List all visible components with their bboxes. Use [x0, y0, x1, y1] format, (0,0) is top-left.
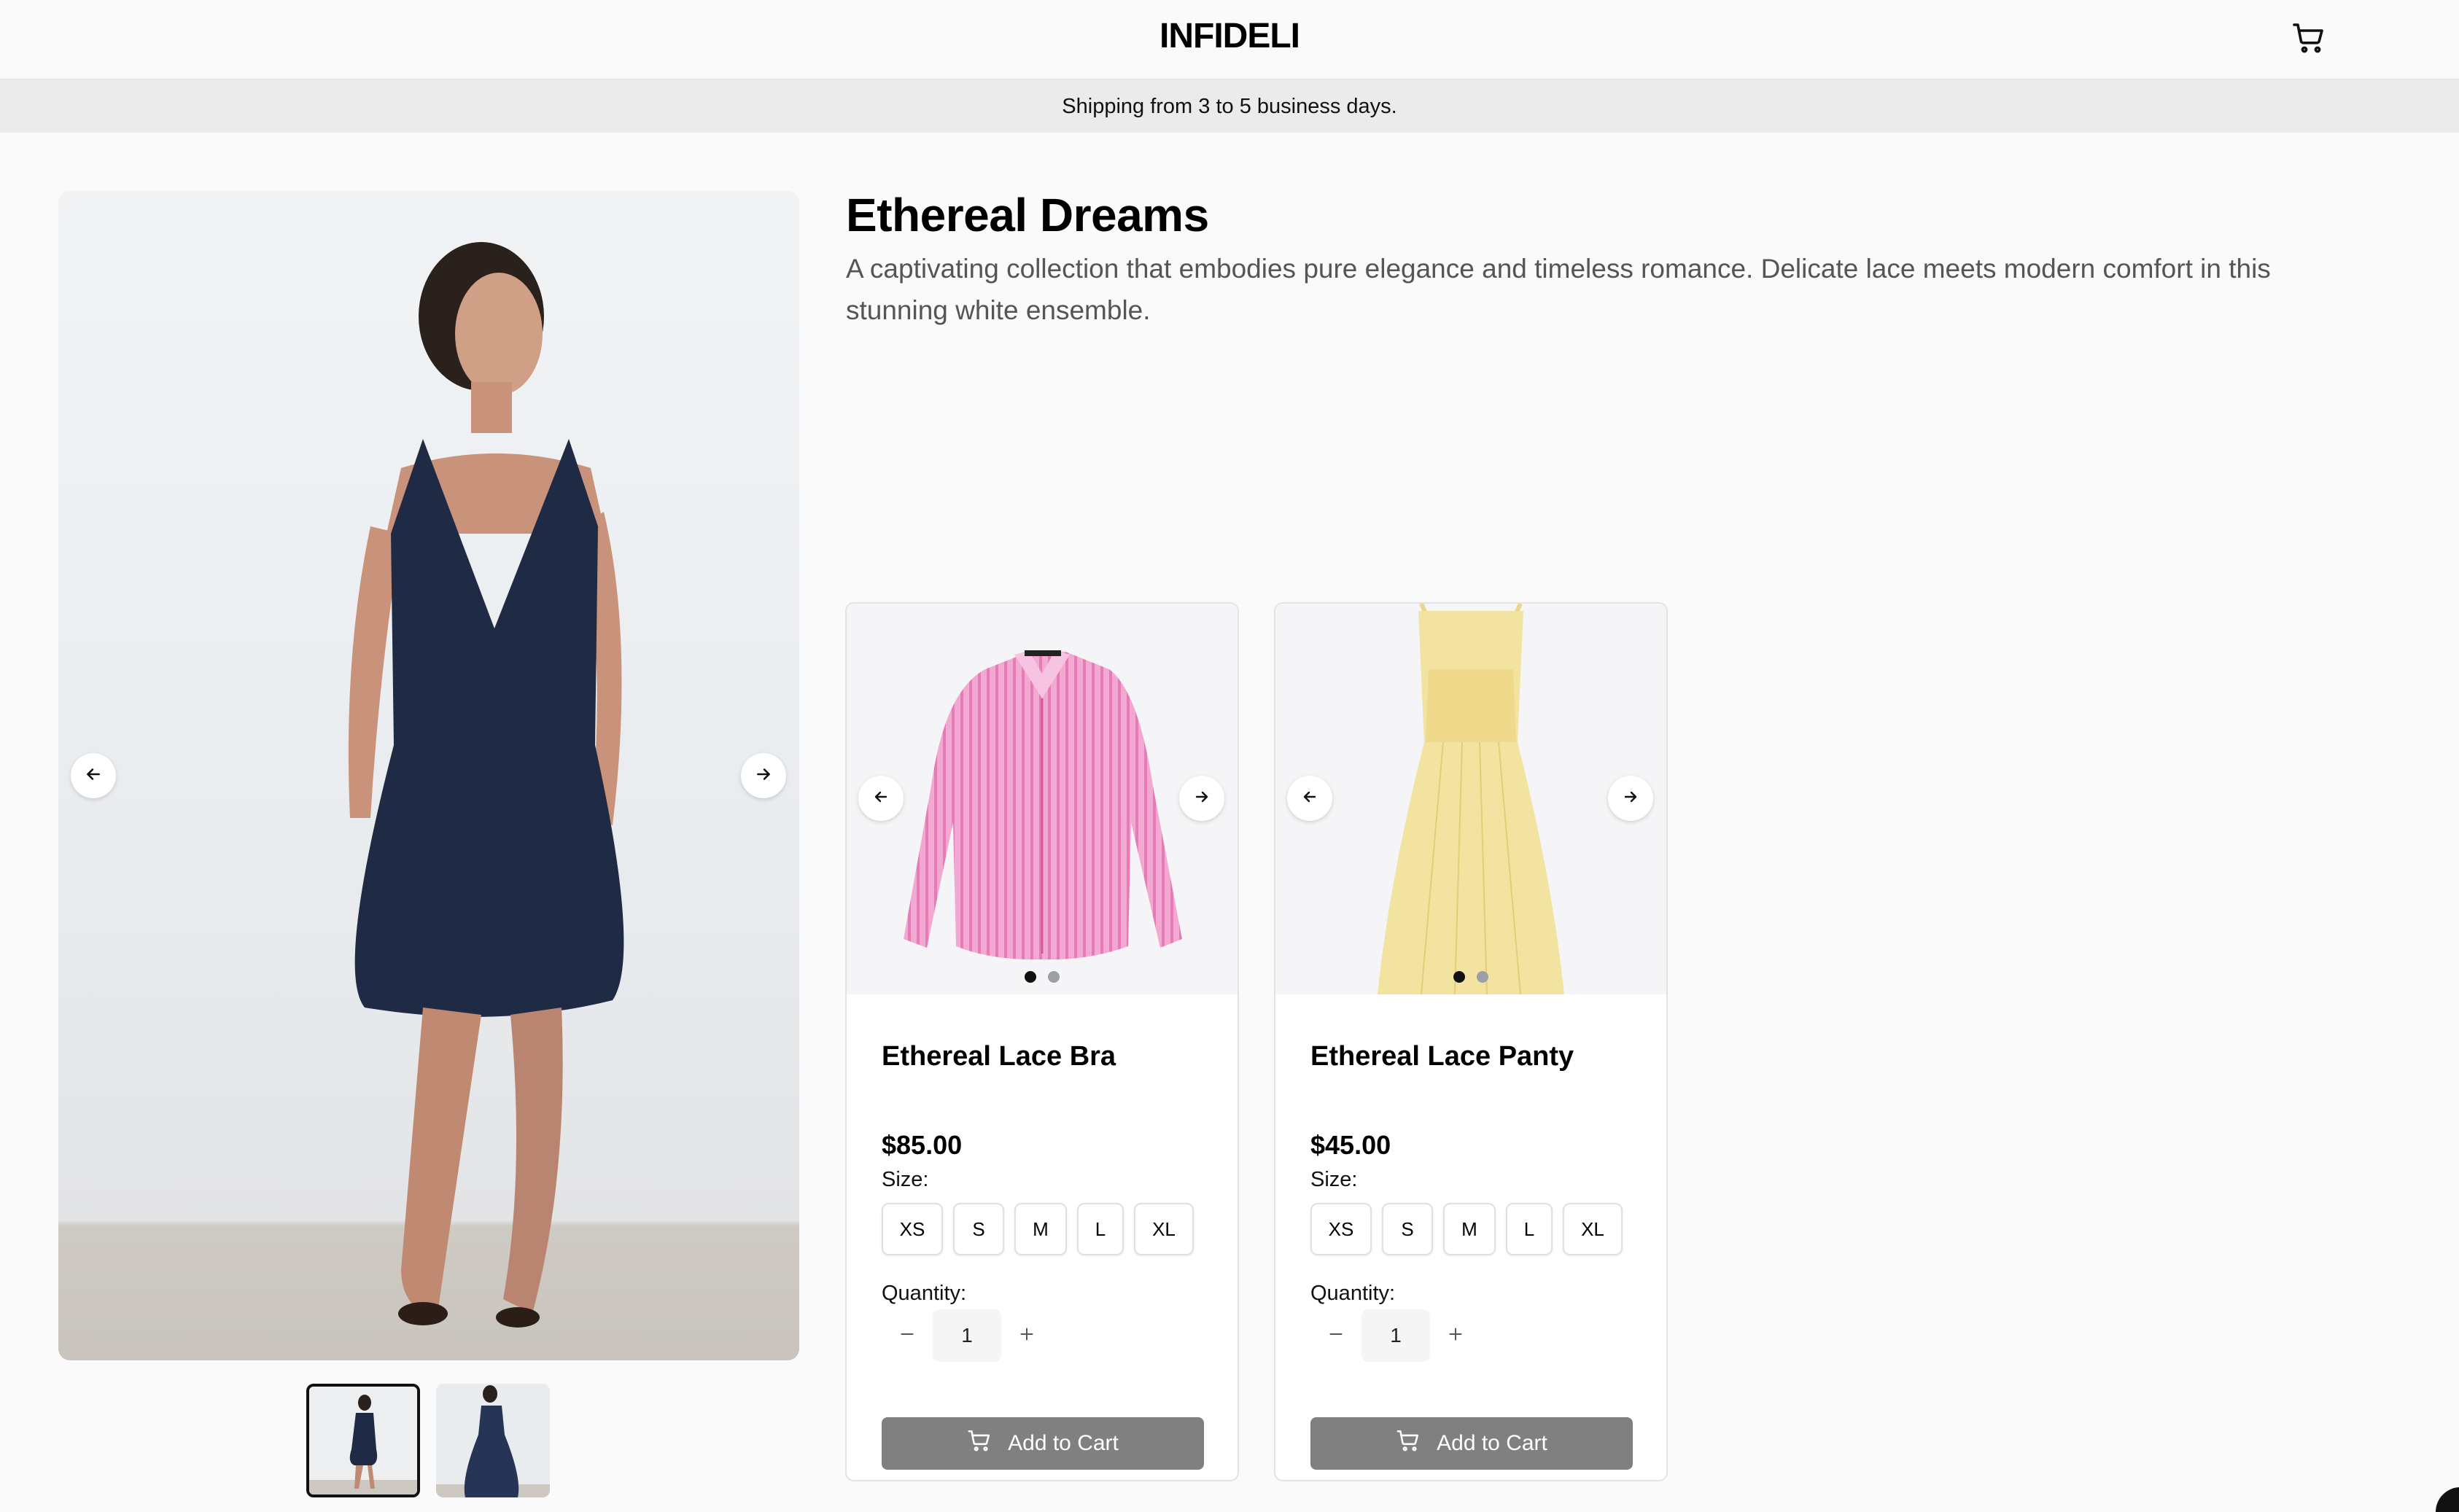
card-prev-button[interactable]	[1287, 776, 1332, 821]
add-to-cart-label: Add to Cart	[1437, 1431, 1547, 1455]
quantity-stepper: 1	[882, 1309, 1052, 1362]
product-image	[847, 604, 1238, 994]
site-header: INFIDELI	[0, 0, 2459, 80]
size-option-l[interactable]: L	[1506, 1203, 1553, 1255]
cart-icon	[967, 1428, 992, 1459]
size-option-l[interactable]: L	[1077, 1203, 1124, 1255]
gallery-next-button[interactable]	[741, 753, 786, 798]
thumbnail-1[interactable]	[306, 1384, 420, 1497]
arrow-right-icon	[754, 765, 773, 787]
navy-long-dress-thumbnail	[436, 1384, 550, 1497]
collection-description: A captivating collection that embodies p…	[846, 254, 2271, 325]
pagination-dot-active[interactable]	[1025, 971, 1036, 983]
thumbnail-2[interactable]	[436, 1384, 550, 1497]
arrow-left-icon	[872, 788, 890, 809]
size-label: Size:	[882, 1168, 929, 1191]
product-price: $45.00	[1310, 1130, 1391, 1160]
arrow-left-icon	[84, 765, 103, 787]
size-selector: XS S M L XL	[882, 1203, 1194, 1255]
image-pagination	[1275, 971, 1666, 983]
quantity-input[interactable]: 1	[1361, 1309, 1430, 1362]
quantity-increase-button[interactable]	[1430, 1309, 1481, 1362]
pagination-dot[interactable]	[1048, 971, 1060, 983]
pagination-dot[interactable]	[1477, 971, 1488, 983]
cart-button[interactable]	[2287, 19, 2331, 60]
plus-icon	[1446, 1325, 1465, 1347]
size-option-s[interactable]: S	[1382, 1203, 1433, 1255]
product-card: Ethereal Lace Bra $85.00 Size: XS S M L …	[845, 602, 1239, 1481]
product-price: $85.00	[882, 1130, 963, 1160]
model-figure-illustration	[348, 242, 624, 1328]
quantity-label: Quantity:	[1310, 1282, 1396, 1305]
shipping-banner: Shipping from 3 to 5 business days.	[0, 80, 2459, 133]
cart-icon	[1396, 1428, 1421, 1459]
quantity-decrease-button[interactable]	[882, 1309, 933, 1362]
quantity-input[interactable]: 1	[933, 1309, 1001, 1362]
main-product-image	[58, 191, 799, 1360]
size-label: Size:	[1310, 1168, 1358, 1191]
collection-title: Ethereal Dreams	[846, 189, 1209, 241]
size-option-m[interactable]: M	[1014, 1203, 1067, 1255]
size-option-xs[interactable]: XS	[1310, 1203, 1372, 1255]
product-card: Ethereal Lace Panty $45.00 Size: XS S M …	[1274, 602, 1668, 1481]
gallery-prev-button[interactable]	[71, 753, 116, 798]
pagination-dot-active[interactable]	[1453, 971, 1465, 983]
add-to-cart-label: Add to Cart	[1008, 1431, 1119, 1455]
minus-icon	[1326, 1325, 1345, 1347]
size-option-xl[interactable]: XL	[1563, 1203, 1623, 1255]
size-selector: XS S M L XL	[1310, 1203, 1623, 1255]
plus-icon	[1017, 1325, 1036, 1347]
size-option-m[interactable]: M	[1443, 1203, 1496, 1255]
minus-icon	[898, 1325, 917, 1347]
card-prev-button[interactable]	[858, 776, 904, 821]
navy-halter-dress-thumbnail	[309, 1387, 417, 1495]
size-option-xs[interactable]: XS	[882, 1203, 943, 1255]
quantity-decrease-button[interactable]	[1310, 1309, 1361, 1362]
arrow-right-icon	[1193, 788, 1211, 809]
product-name: Ethereal Lace Panty	[1310, 1041, 1574, 1072]
window-corner	[2436, 1487, 2459, 1512]
product-image	[1275, 604, 1666, 995]
brand-logo[interactable]: INFIDELI	[0, 16, 2459, 56]
size-option-s[interactable]: S	[953, 1203, 1004, 1255]
arrow-left-icon	[1301, 788, 1318, 809]
quantity-stepper: 1	[1310, 1309, 1481, 1362]
quantity-increase-button[interactable]	[1001, 1309, 1052, 1362]
size-option-xl[interactable]: XL	[1134, 1203, 1194, 1255]
product-name: Ethereal Lace Bra	[882, 1041, 1116, 1072]
card-next-button[interactable]	[1608, 776, 1653, 821]
card-next-button[interactable]	[1179, 776, 1224, 821]
add-to-cart-button[interactable]: Add to Cart	[1310, 1417, 1633, 1470]
add-to-cart-button[interactable]: Add to Cart	[882, 1417, 1204, 1470]
image-pagination	[847, 971, 1238, 983]
arrow-right-icon	[1622, 788, 1639, 809]
quantity-label: Quantity:	[882, 1282, 967, 1305]
cart-icon	[2291, 20, 2326, 59]
